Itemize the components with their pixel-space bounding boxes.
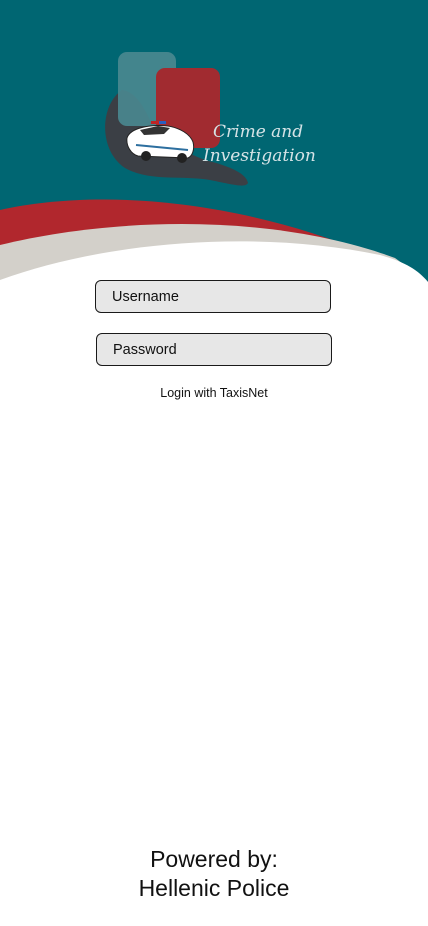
header-banner: Crime and Investigation — [0, 0, 428, 300]
taxisnet-login-link[interactable]: Login with TaxisNet — [0, 386, 428, 400]
organization-name: Hellenic Police — [138, 875, 290, 901]
password-input[interactable] — [96, 333, 332, 366]
header-background: Crime and Investigation — [0, 0, 428, 300]
username-input[interactable] — [95, 280, 331, 313]
powered-by-label: Powered by: — [150, 846, 278, 872]
logo-title-line2: Investigation — [202, 146, 316, 166]
powered-by-footer: Powered by: Hellenic Police — [0, 845, 428, 903]
logo-title-line1: Crime and — [213, 122, 303, 142]
